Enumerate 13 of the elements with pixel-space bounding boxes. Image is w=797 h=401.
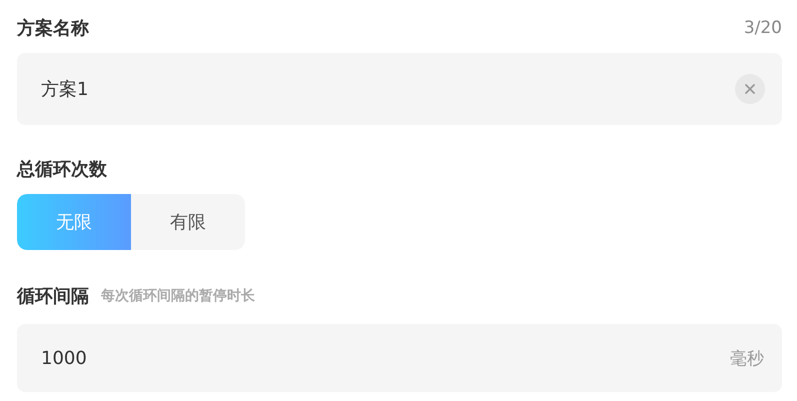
name-input-field[interactable]: 方案1: [17, 53, 782, 125]
field-value: 1000: [41, 348, 88, 368]
interval-input-field[interactable]: 1000 毫秒: [17, 324, 782, 392]
close-icon: [744, 83, 756, 95]
unit-label: 毫秒: [730, 348, 764, 370]
field-value: 方案1: [41, 78, 90, 101]
character-counter: 3/20: [744, 18, 782, 38]
segment-option[interactable]: 有限: [131, 194, 245, 250]
section-label: 总循环次数: [17, 158, 107, 181]
section-label: 循环间隔: [17, 285, 89, 308]
clear-button[interactable]: [735, 74, 765, 104]
field-label: 方案名称: [17, 17, 89, 40]
hint-text: 每次循环间隔的暂停时长: [101, 287, 255, 305]
